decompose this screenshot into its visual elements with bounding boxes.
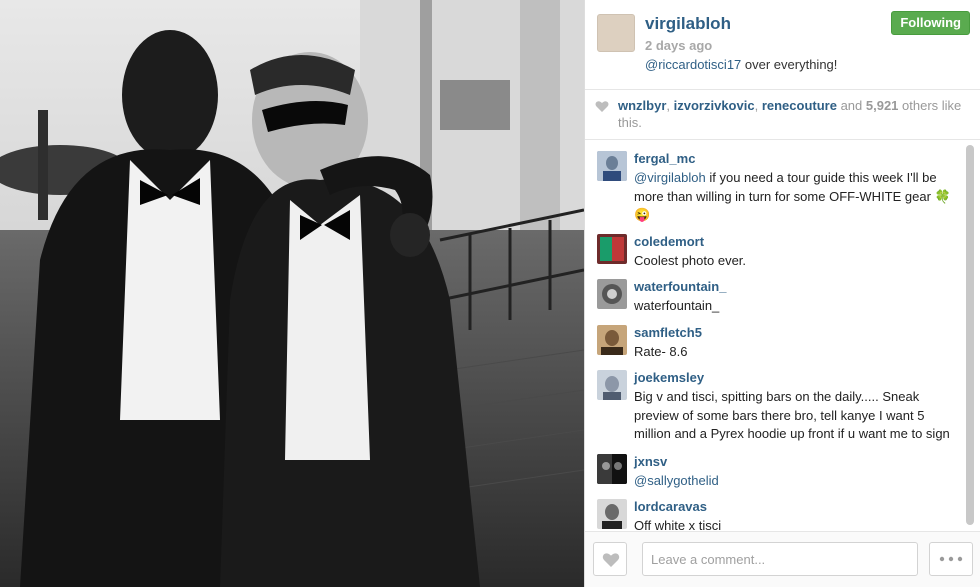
comment-text: Off white x tisci [634,518,722,531]
comment-username[interactable]: samfletch5 [634,325,702,340]
post-caption: @riccardotisci17 over everything! [645,57,837,74]
comment-text: @virgilabloh if you need a tour guide th… [634,170,951,223]
commenter-avatar[interactable] [597,454,627,484]
heart-icon [595,101,609,112]
like-user-1[interactable]: wnzlbyr [618,98,666,113]
commenter-avatar[interactable] [597,370,627,400]
heart-icon [602,553,620,567]
comment-text: Rate- 8.6 [634,344,688,359]
commenter-avatar[interactable] [597,325,627,355]
comment-username[interactable]: coledemort [634,234,704,249]
comment-username[interactable]: lordcaravas [634,499,707,514]
like-user-3[interactable]: renecouture [762,98,837,113]
caption-text: over everything! [741,57,838,72]
comment-mention[interactable]: @virgilabloh [634,170,706,185]
like-button[interactable] [593,542,627,576]
author-username[interactable]: virgilabloh [645,14,731,34]
likes-text: wnzlbyr, izvorzivkovic, renecouture and … [618,98,962,130]
post-header: virgilabloh 2 days ago @riccardotisci17 … [585,0,980,90]
comments-list: fergal_mc @virgilabloh if you need a tou… [585,141,980,531]
comment-footer [585,531,980,587]
comment-text: waterfountain_ [634,298,720,313]
post-detail-panel: virgilabloh 2 days ago @riccardotisci17 … [584,0,980,587]
comment-mention[interactable]: @sallygothelid [634,473,719,488]
comment-username[interactable]: fergal_mc [634,151,695,166]
post-photo[interactable] [0,0,584,587]
following-button[interactable]: Following [891,11,970,35]
commenter-avatar[interactable] [597,279,627,309]
comment-username[interactable]: jxnsv [634,454,667,469]
comment-input[interactable] [642,542,918,576]
commenter-avatar[interactable] [597,234,627,264]
more-dots-icon [939,556,963,562]
more-options-button[interactable] [929,542,973,576]
comment-username[interactable]: waterfountain_ [634,279,726,294]
commenter-avatar[interactable] [597,499,627,529]
comment-text: Big v and tisci, spitting bars on the da… [634,389,950,442]
comments-scrollbar[interactable] [966,145,974,525]
likes-count[interactable]: 5,921 [866,98,899,113]
caption-mention[interactable]: @riccardotisci17 [645,57,741,72]
post-timestamp[interactable]: 2 days ago [645,38,712,53]
comment-text: Coolest photo ever. [634,253,747,268]
author-avatar[interactable] [597,14,635,52]
like-user-2[interactable]: izvorzivkovic [674,98,755,113]
comment-text: @sallygothelid [634,472,956,491]
commenter-avatar[interactable] [597,151,627,181]
comment-username[interactable]: joekemsley [634,370,704,385]
photo-image [0,0,584,587]
likes-summary: wnzlbyr, izvorzivkovic, renecouture and … [585,90,980,140]
